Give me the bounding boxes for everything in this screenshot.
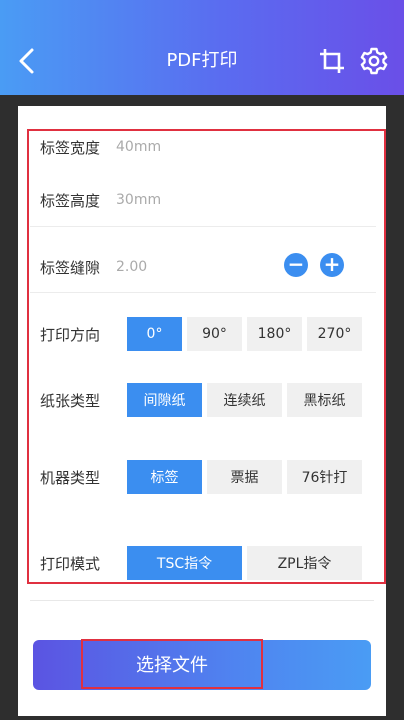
label-height-row[interactable]: 标签高度 30mm — [40, 185, 161, 215]
label-gap-value[interactable]: 2.00 — [116, 259, 147, 275]
label-width-row[interactable]: 标签宽度 40mm — [40, 132, 161, 162]
paper-type-label: 纸张类型 — [40, 391, 101, 410]
label-gap-row: 标签缝隙 2.00 — [40, 252, 147, 282]
gap-increase-button[interactable]: + — [320, 253, 344, 277]
machine-type-row: 机器类型 — [40, 462, 116, 492]
label-width-value[interactable]: 40mm — [116, 139, 161, 155]
direction-option-180[interactable]: 180° — [247, 317, 302, 351]
machine-type-label: 机器类型 — [40, 468, 101, 487]
print-mode-label: 打印模式 — [40, 554, 101, 573]
gear-icon[interactable] — [360, 46, 388, 76]
print-direction-row: 打印方向 — [40, 319, 116, 349]
label-gap-label: 标签缝隙 — [40, 258, 101, 277]
direction-option-0[interactable]: 0° — [127, 317, 182, 351]
machine-option-76-dot[interactable]: 76针打 — [287, 460, 362, 494]
gap-decrease-button[interactable]: − — [284, 253, 308, 277]
machine-option-receipt[interactable]: 票据 — [207, 460, 282, 494]
label-height-label: 标签高度 — [40, 191, 101, 210]
select-file-label[interactable]: 选择文件 — [81, 639, 263, 689]
print-mode-row: 打印模式 — [40, 548, 116, 578]
machine-option-label[interactable]: 标签 — [127, 460, 202, 494]
direction-option-90[interactable]: 90° — [187, 317, 242, 351]
divider — [30, 292, 376, 293]
label-width-label: 标签宽度 — [40, 138, 101, 157]
paper-type-row: 纸张类型 — [40, 385, 116, 415]
paper-option-black-mark[interactable]: 黑标纸 — [287, 383, 362, 417]
mode-option-zpl[interactable]: ZPL指令 — [247, 546, 362, 580]
divider — [30, 226, 376, 227]
paper-option-gap[interactable]: 间隙纸 — [127, 383, 202, 417]
crop-icon[interactable] — [318, 47, 346, 75]
print-direction-label: 打印方向 — [40, 325, 101, 344]
app-header: PDF打印 — [0, 0, 404, 95]
mode-option-tsc[interactable]: TSC指令 — [127, 546, 242, 580]
paper-option-continuous[interactable]: 连续纸 — [207, 383, 282, 417]
direction-option-270[interactable]: 270° — [307, 317, 362, 351]
label-height-value[interactable]: 30mm — [116, 192, 161, 208]
card-divider — [30, 600, 374, 601]
